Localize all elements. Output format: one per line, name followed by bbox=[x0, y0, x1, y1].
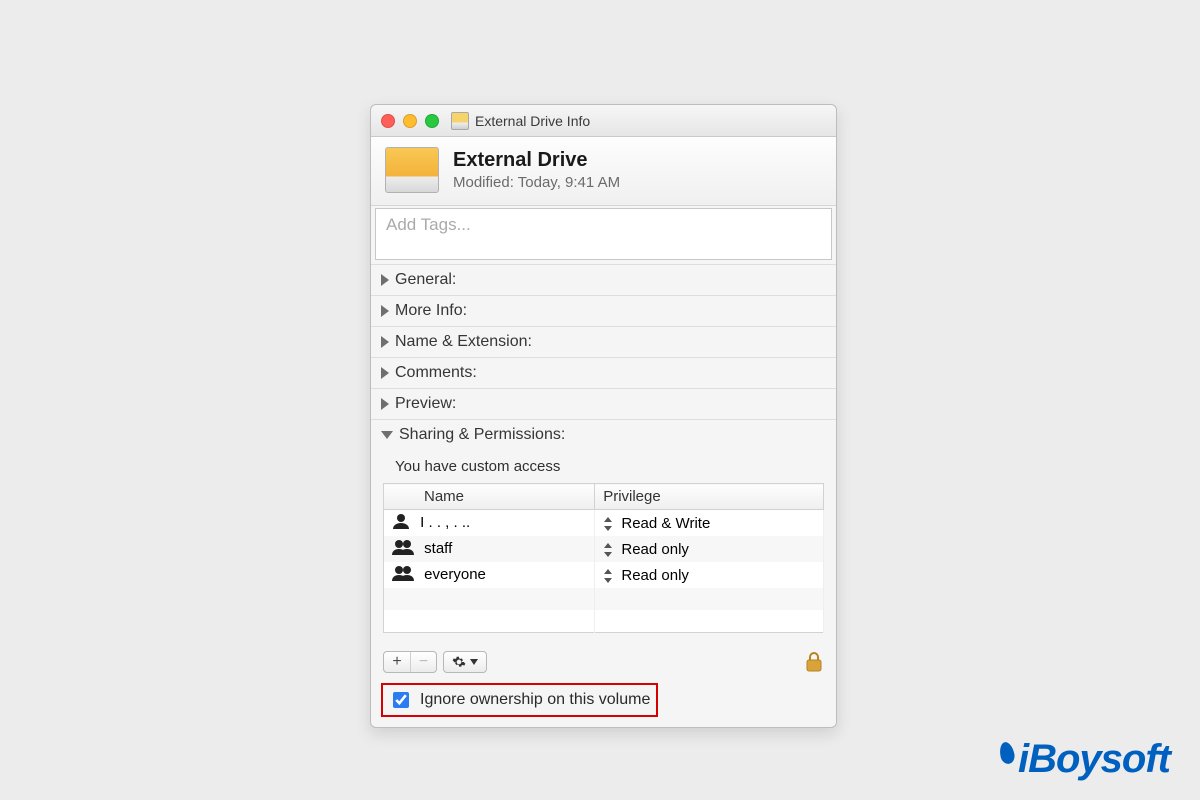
section-label: More Info: bbox=[395, 302, 467, 320]
sharing-body: You have custom access Name Privilege I … bbox=[371, 450, 836, 643]
titlebar[interactable]: External Drive Info bbox=[371, 105, 836, 137]
privilege-cell[interactable]: Read only bbox=[595, 562, 824, 588]
perm-name: everyone bbox=[424, 566, 486, 583]
watermark-text: iBoysoft bbox=[1018, 737, 1170, 782]
modified-value: Today, 9:41 AM bbox=[518, 174, 620, 191]
gear-icon bbox=[452, 655, 466, 669]
chevron-down-icon bbox=[470, 659, 478, 665]
section-sharing[interactable]: Sharing & Permissions: bbox=[371, 419, 836, 450]
watermark: iBoysoft bbox=[1000, 737, 1170, 782]
action-menu-button[interactable] bbox=[443, 651, 487, 673]
caret-right-icon bbox=[381, 336, 389, 348]
drive-icon-large bbox=[385, 147, 439, 193]
section-label: Preview: bbox=[395, 395, 456, 413]
caret-down-icon bbox=[381, 431, 393, 439]
privilege-cell[interactable]: Read & Write bbox=[595, 510, 824, 537]
section-label: Name & Extension: bbox=[395, 333, 532, 351]
access-note: You have custom access bbox=[383, 454, 824, 483]
perm-name: I . . , . .. bbox=[420, 514, 470, 531]
drive-icon bbox=[451, 112, 469, 130]
section-more-info[interactable]: More Info: bbox=[371, 295, 836, 326]
table-row[interactable]: staff Read only bbox=[384, 536, 824, 562]
ignore-ownership-label: Ignore ownership on this volume bbox=[420, 691, 650, 709]
section-name-extension[interactable]: Name & Extension: bbox=[371, 326, 836, 357]
group-icon bbox=[392, 565, 414, 585]
drive-name: External Drive bbox=[453, 149, 620, 172]
permissions-table: Name Privilege I . . , . .. Read & Write bbox=[383, 483, 824, 633]
section-label: Comments: bbox=[395, 364, 477, 382]
col-privilege[interactable]: Privilege bbox=[595, 484, 824, 510]
modified-label: Modified: bbox=[453, 174, 514, 191]
privilege-cell[interactable]: Read only bbox=[595, 536, 824, 562]
section-general[interactable]: General: bbox=[371, 264, 836, 295]
close-icon[interactable] bbox=[381, 114, 395, 128]
table-row-empty bbox=[384, 610, 824, 632]
user-icon bbox=[392, 513, 410, 533]
ignore-ownership-checkbox[interactable] bbox=[393, 692, 409, 708]
lock-icon[interactable] bbox=[804, 651, 824, 673]
ignore-ownership-row[interactable]: Ignore ownership on this volume bbox=[381, 683, 658, 717]
table-row[interactable]: I . . , . .. Read & Write bbox=[384, 510, 824, 537]
perm-privilege: Read & Write bbox=[621, 515, 710, 532]
col-name[interactable]: Name bbox=[384, 484, 595, 510]
section-label: General: bbox=[395, 271, 456, 289]
add-remove-segment: + − bbox=[383, 651, 437, 673]
caret-right-icon bbox=[381, 367, 389, 379]
zoom-icon[interactable] bbox=[425, 114, 439, 128]
water-drop-icon bbox=[998, 741, 1016, 765]
info-header: External Drive Modified: Today, 9:41 AM bbox=[371, 137, 836, 206]
section-label: Sharing & Permissions: bbox=[399, 426, 565, 444]
caret-right-icon bbox=[381, 305, 389, 317]
add-button[interactable]: + bbox=[384, 652, 410, 672]
perm-privilege: Read only bbox=[621, 541, 689, 558]
group-icon bbox=[392, 539, 414, 559]
tags-input[interactable]: Add Tags... bbox=[375, 208, 832, 260]
permissions-toolbar: + − bbox=[371, 643, 836, 679]
minimize-icon[interactable] bbox=[403, 114, 417, 128]
section-comments[interactable]: Comments: bbox=[371, 357, 836, 388]
caret-right-icon bbox=[381, 398, 389, 410]
info-window: External Drive Info External Drive Modif… bbox=[370, 104, 837, 728]
caret-right-icon bbox=[381, 274, 389, 286]
remove-button: − bbox=[410, 652, 436, 672]
table-row-empty bbox=[384, 588, 824, 610]
modified-line: Modified: Today, 9:41 AM bbox=[453, 174, 620, 191]
perm-privilege: Read only bbox=[621, 567, 689, 584]
window-title: External Drive Info bbox=[475, 113, 590, 129]
table-row[interactable]: everyone Read only bbox=[384, 562, 824, 588]
perm-name: staff bbox=[424, 540, 452, 557]
section-preview[interactable]: Preview: bbox=[371, 388, 836, 419]
window-controls bbox=[381, 114, 439, 128]
